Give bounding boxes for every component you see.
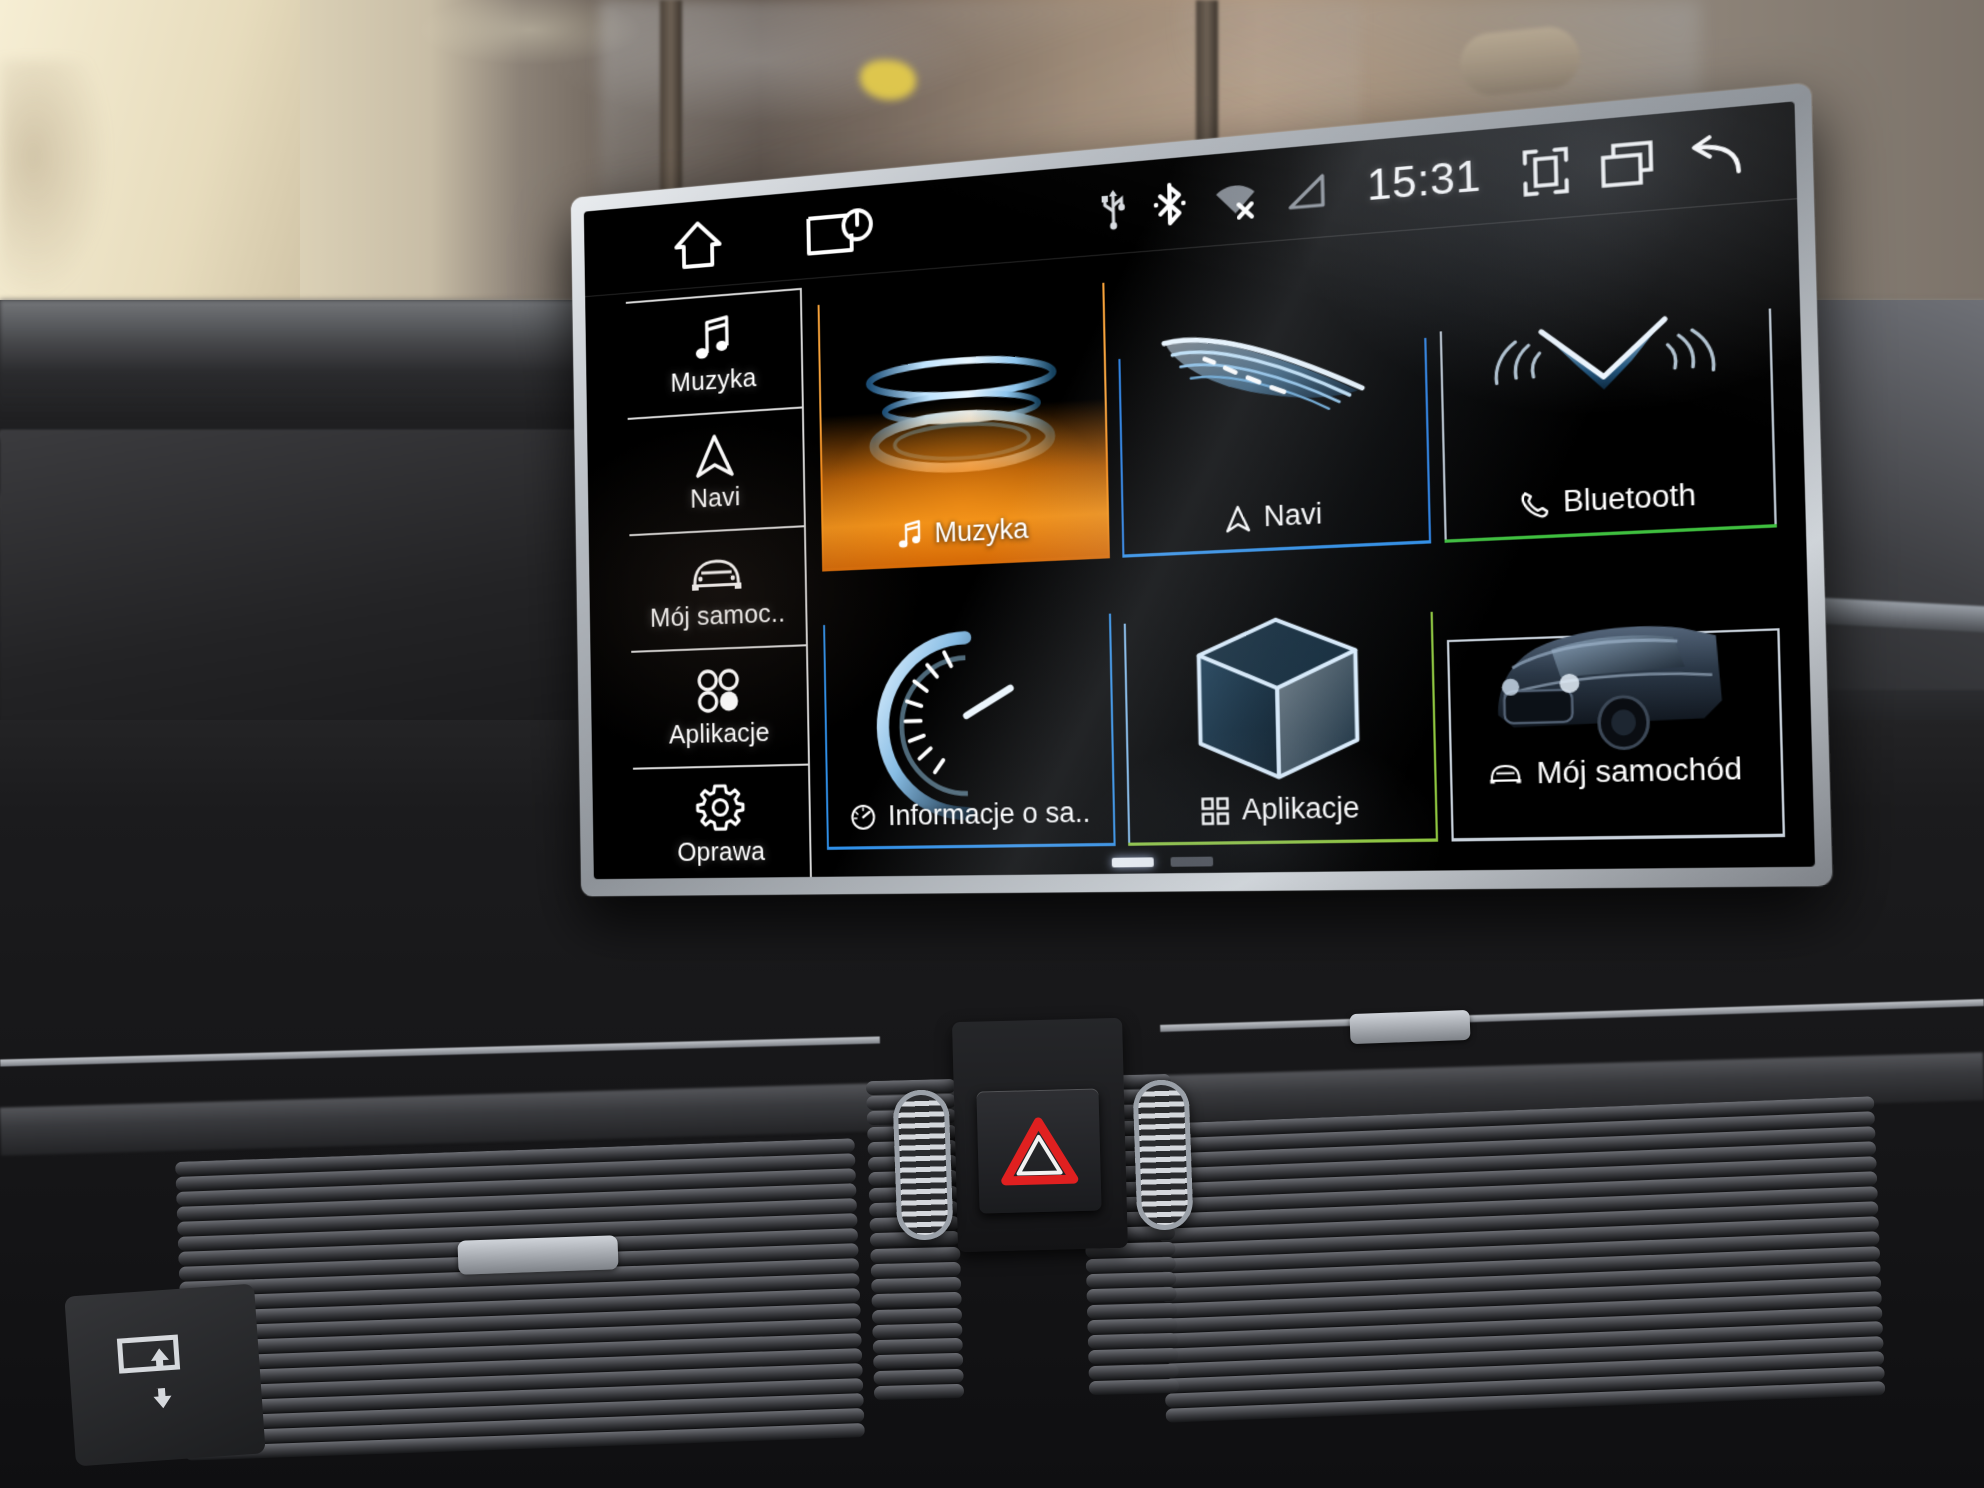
tile-muzyka[interactable]: Muzyka <box>817 282 1110 572</box>
sidebar: Muzyka Navi Mój samoc.. Aplikacje Oprawa <box>625 287 812 880</box>
tile-aplikacje[interactable]: Aplikacje <box>1123 554 1439 846</box>
sidebar-item-label: Aplikacje <box>668 715 770 750</box>
tile-label-muzyka: Muzyka <box>898 513 1029 552</box>
home-icon[interactable] <box>673 217 723 272</box>
sidebar-item-label: Navi <box>689 480 741 514</box>
gear-icon <box>697 784 743 832</box>
recent-apps-icon[interactable] <box>1599 138 1656 190</box>
sidebar-item-moj-samochod[interactable]: Mój samoc.. <box>629 527 806 653</box>
sidebar-item-label: Muzyka <box>670 361 757 398</box>
sidebar-item-navi[interactable]: Navi <box>627 408 804 537</box>
tile-bluetooth[interactable]: Bluetooth <box>1438 231 1777 543</box>
tile-label-navi: Navi <box>1225 497 1323 535</box>
sidebar-item-aplikacje[interactable]: Aplikacje <box>631 646 809 770</box>
page-dot-inactive[interactable] <box>1170 856 1214 867</box>
music-note-icon <box>899 520 922 548</box>
screenshot-icon[interactable] <box>1521 145 1570 198</box>
car-front-icon <box>1488 762 1523 784</box>
signal-icon <box>1286 172 1328 212</box>
suv-photo-art <box>1445 539 1785 842</box>
phone-handset-icon <box>1519 488 1549 518</box>
tile-label-moj-samochod: Mój samochód <box>1488 752 1743 792</box>
car-front-icon <box>689 547 745 596</box>
tile-moj-samochod[interactable]: Mój samochód <box>1445 539 1786 842</box>
sidebar-item-label: Mój samoc.. <box>649 596 786 633</box>
apps-circles-icon <box>694 666 742 714</box>
sidebar-item-muzyka[interactable]: Muzyka <box>625 290 802 420</box>
music-note-icon <box>691 312 735 362</box>
back-icon[interactable] <box>1686 132 1744 182</box>
usb-icon <box>1100 186 1128 231</box>
navigation-arrow-icon <box>693 430 735 479</box>
mmi-screen[interactable]: 15:31 Muzyka Navi Mój samoc.. Aplikacje … <box>583 101 1816 880</box>
screen-off-icon[interactable] <box>804 204 875 259</box>
tile-label-aplikacje: Aplikacje <box>1201 791 1360 827</box>
page-dot-active[interactable] <box>1111 857 1154 868</box>
tile-informacje-o-samochodzie[interactable]: Informacje o sa.. <box>822 569 1116 850</box>
navigation-arrow-icon <box>1225 504 1251 533</box>
head-unit-display-wrap: 15:31 Muzyka Navi Mój samoc.. Aplikacje … <box>0 0 1984 1488</box>
wifi-off-icon <box>1213 177 1259 219</box>
bluetooth-icon <box>1154 180 1187 227</box>
status-clock: 15:31 <box>1366 152 1482 210</box>
home-tile-grid: Muzyka Navi Bluetooth Informacje o sa.. … <box>817 231 1786 850</box>
tile-navi[interactable]: Navi <box>1117 258 1432 558</box>
tile-label-informacje: Informacje o sa.. <box>849 796 1091 833</box>
apps-grid-icon <box>1201 796 1229 825</box>
speedometer-icon <box>849 803 876 830</box>
display-bezel: 15:31 Muzyka Navi Mój samoc.. Aplikacje … <box>570 82 1833 897</box>
